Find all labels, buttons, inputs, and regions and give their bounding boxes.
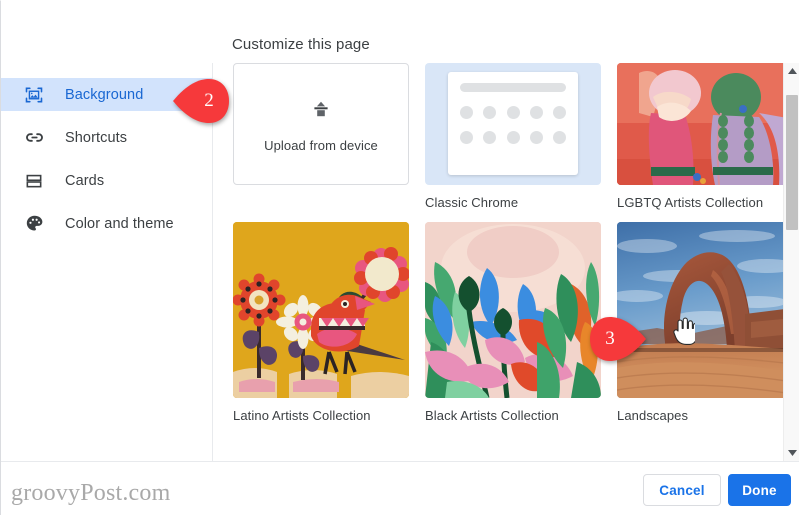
thumbnail-black-artists-collection[interactable]	[425, 222, 601, 398]
tile-caption: Black Artists Collection	[425, 408, 559, 423]
watermark: groovyPost.com	[11, 480, 171, 506]
scrollbar-thumb[interactable]	[786, 95, 798, 230]
sidebar-item-label: Shortcuts	[65, 129, 128, 146]
callout-number: 3	[605, 328, 615, 349]
callout-marker-2: 2	[173, 79, 229, 123]
upload-icon	[309, 100, 333, 127]
thumbnail-landscapes[interactable]	[617, 222, 793, 398]
link-icon	[23, 127, 45, 149]
background-tile-latino-artists-collection[interactable]: Latino Artists Collection	[233, 222, 409, 423]
background-grid: Upload from device Classic Chrome LGBTQ …	[233, 63, 793, 423]
thumbnail-latino-artists-collection[interactable]	[233, 222, 409, 398]
tile-caption: Classic Chrome	[425, 195, 519, 210]
content-scrollbar[interactable]	[783, 63, 799, 461]
upload-label: Upload from device	[264, 137, 378, 153]
background-tile-classic-chrome[interactable]: Classic Chrome	[425, 63, 601, 210]
sidebar-item-label: Color and theme	[65, 215, 174, 232]
scroll-up-arrow-icon[interactable]	[784, 63, 799, 79]
tile-caption: LGBTQ Artists Collection	[617, 195, 764, 210]
done-button[interactable]: Done	[728, 474, 791, 506]
sidebar-item-label: Background	[65, 86, 144, 103]
dialog-header: Customize this page	[1, 1, 799, 63]
tile-caption: Landscapes	[617, 408, 689, 423]
callout-number: 2	[204, 90, 214, 111]
page-title: Customize this page	[232, 36, 370, 53]
screenshot-root: Customize this page Background Shortcuts…	[0, 0, 799, 515]
lgbtq-artwork	[617, 63, 793, 185]
sidebar-item-label: Cards	[65, 172, 105, 189]
cancel-button[interactable]: Cancel	[643, 474, 721, 506]
sidebar-item-shortcuts[interactable]: Shortcuts	[1, 121, 212, 154]
background-tile-black-artists-collection[interactable]: Black Artists Collection	[425, 222, 601, 423]
landscapes-artwork	[617, 222, 793, 398]
callout-marker-3: 3	[590, 317, 646, 361]
sidebar-item-color-and-theme[interactable]: Color and theme	[1, 207, 212, 240]
cards-icon	[23, 170, 45, 192]
upload-tile[interactable]: Upload from device	[233, 63, 409, 210]
palette-icon	[23, 213, 45, 235]
scroll-down-arrow-icon[interactable]	[784, 445, 799, 461]
thumbnail-lgbtq-artists-collection[interactable]	[617, 63, 793, 185]
dialog-body: Background Shortcuts Cards Color and the…	[1, 63, 799, 461]
image-icon	[23, 84, 45, 106]
classic-chrome-art	[425, 63, 601, 185]
background-collection-panel: Upload from device Classic Chrome LGBTQ …	[214, 63, 799, 461]
sidebar-item-cards[interactable]: Cards	[1, 164, 212, 197]
upload-card[interactable]: Upload from device	[233, 63, 409, 185]
background-tile-lgbtq-artists-collection[interactable]: LGBTQ Artists Collection	[617, 63, 793, 210]
mouse-cursor-pointer-icon	[673, 317, 698, 350]
thumbnail-classic-chrome[interactable]	[425, 63, 601, 185]
latino-artwork	[233, 222, 409, 398]
black-artists-artwork	[425, 222, 601, 398]
customize-page-dialog: Customize this page Background Shortcuts…	[0, 0, 799, 515]
tile-caption: Latino Artists Collection	[233, 408, 371, 423]
